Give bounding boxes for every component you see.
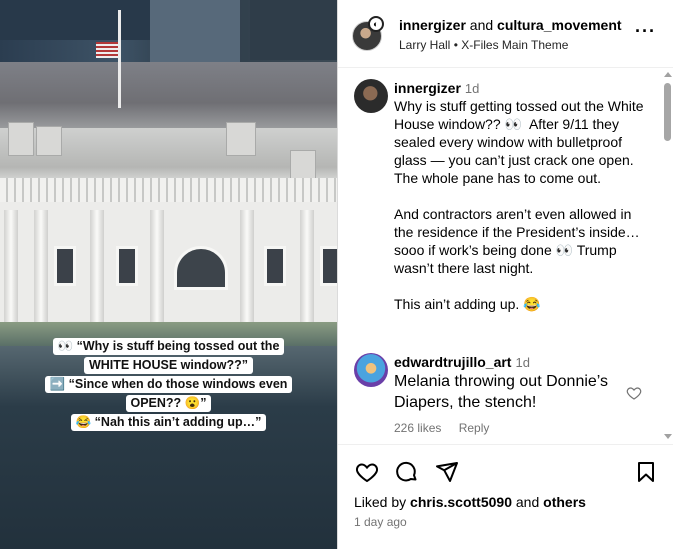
comment-time[interactable]: 1d	[465, 81, 479, 96]
comments-list: innergizer 1d Why is stuff getting tossed…	[338, 69, 673, 443]
media-window	[264, 246, 286, 286]
media-balustrade	[0, 178, 337, 202]
comment-likes[interactable]: 226 likes	[394, 421, 441, 435]
post-date[interactable]: 1 day ago	[354, 515, 407, 529]
media-building	[150, 0, 240, 70]
media-caption-overlay: 👀 “Why is stuff being tossed out the WHI…	[0, 338, 337, 431]
media-chimney	[8, 122, 34, 156]
media-window	[320, 246, 337, 286]
more-options-icon[interactable]: ···	[635, 22, 656, 40]
audio-track[interactable]: X-Files Main Theme	[461, 38, 568, 52]
heart-icon[interactable]	[355, 460, 379, 484]
media-chimney	[36, 126, 62, 156]
media-chimney	[226, 122, 256, 156]
audio-info[interactable]: Larry Hall • X-Files Main Theme	[399, 38, 568, 52]
post-actions: Liked by chris.scott5090 and others 1 da…	[338, 444, 673, 549]
comment-text: Melania throwing out Donnie’s Diapers, t…	[394, 373, 613, 411]
liked-by-and: and	[515, 494, 540, 510]
save-icon[interactable]	[634, 460, 658, 484]
media-building	[0, 0, 150, 40]
comments-scrollbar[interactable]	[661, 69, 673, 443]
post-header: ◐ innergizer and cultura_movement Larry …	[338, 0, 673, 68]
liked-by-others[interactable]: others	[543, 494, 586, 510]
author-link[interactable]: innergizer	[399, 17, 466, 33]
media-building	[250, 0, 337, 60]
post-side-panel: ◐ innergizer and cultura_movement Larry …	[337, 0, 673, 549]
share-icon[interactable]	[435, 460, 459, 484]
liked-by: Liked by chris.scott5090 and others	[354, 494, 586, 511]
liked-by-user[interactable]: chris.scott5090	[410, 494, 512, 510]
caption-line: ➡️ “Since when do those windows even	[44, 376, 293, 393]
caption-line: 😂 “Nah this ain’t adding up…”	[70, 414, 267, 431]
media-window	[54, 246, 76, 286]
liked-by-prefix: Liked by	[354, 494, 407, 510]
scroll-up-icon[interactable]	[664, 72, 672, 77]
authors-conjunction: and	[469, 17, 494, 33]
caption-line: WHITE HOUSE window??”	[83, 357, 253, 374]
comment-header: innergizer 1d	[394, 80, 479, 97]
media-window	[116, 246, 138, 286]
comment-meta: 226 likes Reply	[394, 421, 503, 435]
media-column	[90, 210, 104, 336]
media-column	[34, 210, 48, 336]
media-column	[240, 210, 254, 336]
post-media[interactable]: 👀 “Why is stuff being tossed out the WHI…	[0, 0, 337, 549]
avatar[interactable]	[354, 79, 388, 113]
comment-time[interactable]: 1d	[515, 355, 529, 370]
audio-separator: •	[453, 38, 458, 52]
media-flag	[96, 42, 118, 58]
reply-button[interactable]: Reply	[459, 421, 490, 435]
like-comment-heart-icon[interactable]	[626, 385, 642, 401]
media-roof	[0, 62, 337, 130]
media-column	[150, 210, 164, 336]
media-chimney	[290, 150, 316, 180]
avatar[interactable]	[354, 353, 388, 387]
comment-username[interactable]: edwardtrujillo_art	[394, 354, 511, 370]
caption-line: OPEN?? 😮”	[125, 395, 212, 412]
audio-artist[interactable]: Larry Hall	[399, 38, 450, 52]
author-link[interactable]: cultura_movement	[497, 17, 621, 33]
comment-username[interactable]: innergizer	[394, 80, 461, 96]
post-authors: innergizer and cultura_movement	[399, 17, 622, 34]
collab-badge-icon: ◐	[368, 16, 384, 32]
scroll-down-icon[interactable]	[664, 434, 672, 439]
comment-header: edwardtrujillo_art 1d	[394, 354, 530, 371]
scrollbar-thumb[interactable]	[664, 83, 671, 141]
media-flagpole	[118, 10, 121, 108]
comment-icon[interactable]	[395, 460, 419, 484]
comment-text: Why is stuff getting tossed out the Whit…	[394, 98, 644, 312]
media-facade	[0, 202, 337, 334]
media-column	[4, 210, 18, 336]
media-column	[300, 210, 314, 336]
caption-line: 👀 “Why is stuff being tossed out the	[52, 338, 285, 355]
